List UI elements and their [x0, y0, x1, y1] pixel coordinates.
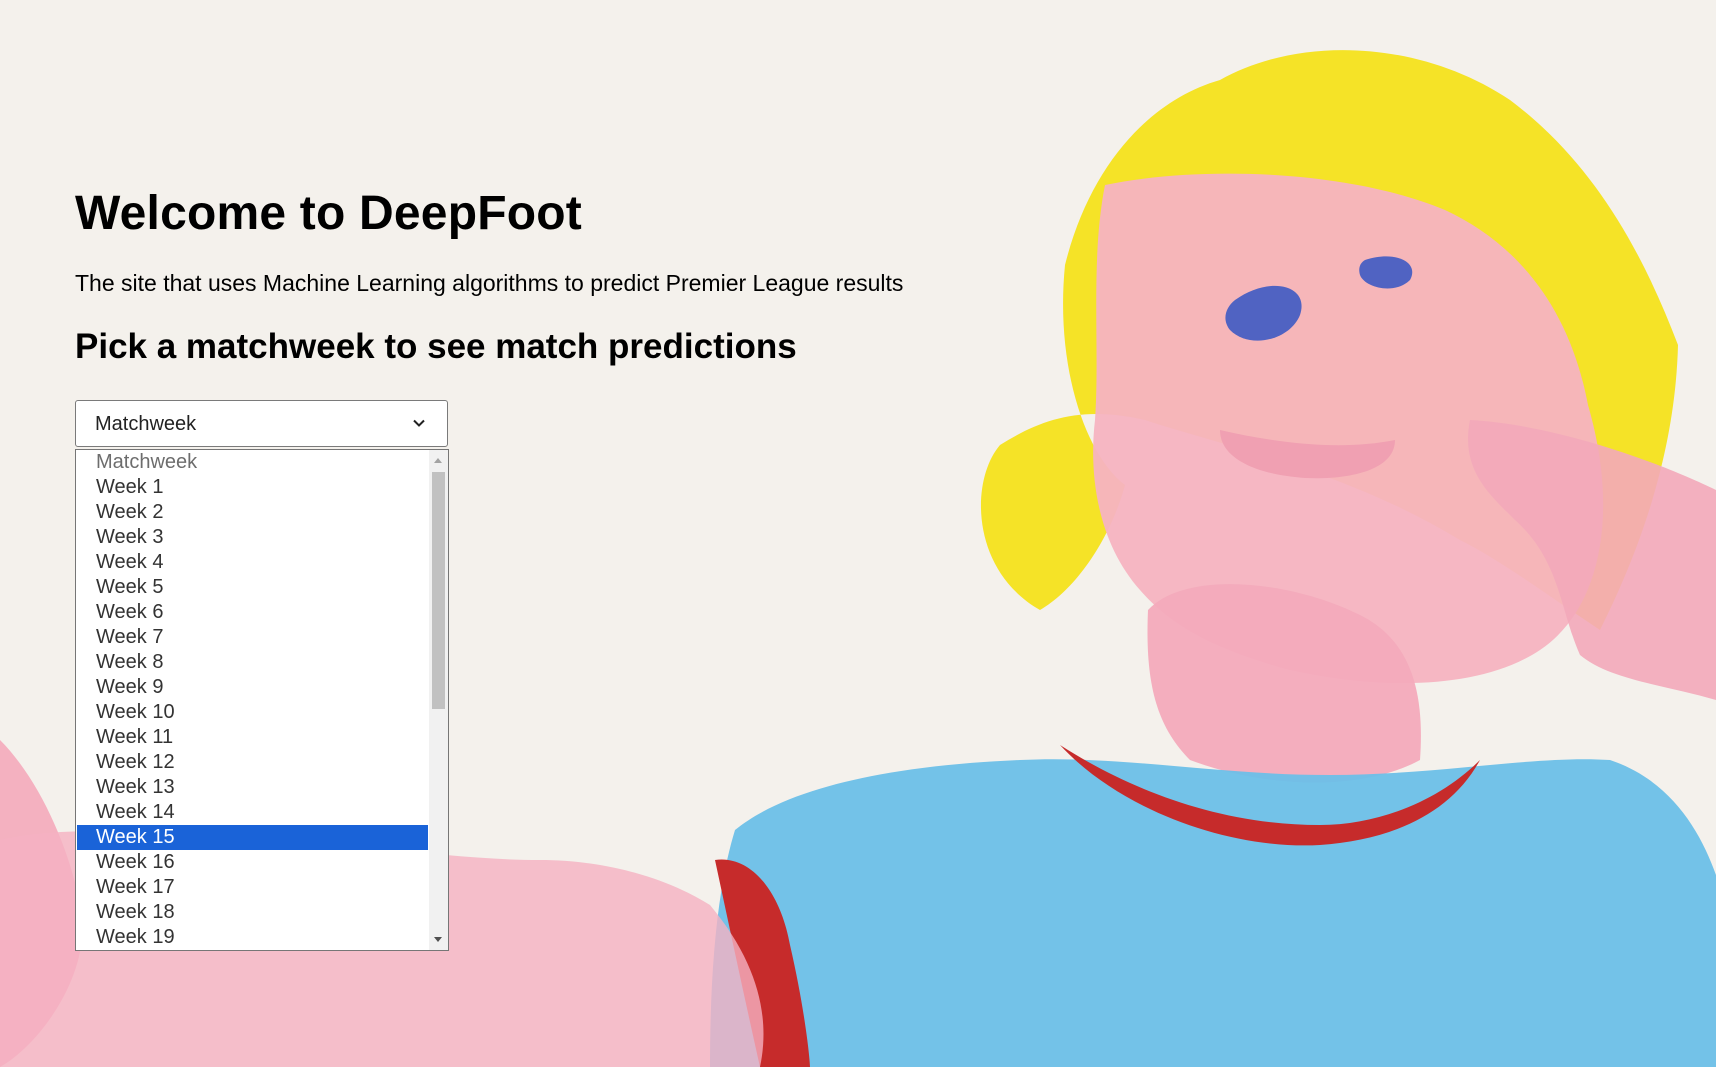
option-week-10[interactable]: Week 10 — [77, 700, 428, 725]
option-week-19[interactable]: Week 19 — [77, 925, 428, 950]
page-title: Welcome to DeepFoot — [75, 187, 582, 240]
scroll-down-icon[interactable] — [434, 937, 442, 942]
page-subtitle: The site that uses Machine Learning algo… — [75, 270, 904, 296]
section-heading: Pick a matchweek to see match prediction… — [75, 327, 797, 366]
option-week-6[interactable]: Week 6 — [77, 600, 428, 625]
option-week-11[interactable]: Week 11 — [77, 725, 428, 750]
chevron-down-icon — [413, 419, 425, 427]
matchweek-select-value: Matchweek — [95, 413, 197, 435]
option-week-13[interactable]: Week 13 — [77, 775, 428, 800]
option-week-3[interactable]: Week 3 — [77, 525, 428, 550]
option-week-15-highlighted[interactable]: Week 15 — [77, 825, 428, 850]
option-week-5[interactable]: Week 5 — [77, 575, 428, 600]
option-week-1[interactable]: Week 1 — [77, 475, 428, 500]
option-week-16[interactable]: Week 16 — [77, 850, 428, 875]
option-placeholder[interactable]: Matchweek — [77, 450, 428, 475]
scrollbar-thumb[interactable] — [432, 472, 445, 709]
dropdown-scrollbar[interactable] — [429, 450, 448, 950]
matchweek-select[interactable]: Matchweek — [75, 400, 448, 447]
scroll-up-icon[interactable] — [434, 458, 442, 463]
option-week-7[interactable]: Week 7 — [77, 625, 428, 650]
option-week-8[interactable]: Week 8 — [77, 650, 428, 675]
matchweek-dropdown-list[interactable]: Matchweek Week 1 Week 2 Week 3 Week 4 We… — [75, 449, 449, 951]
option-week-18[interactable]: Week 18 — [77, 900, 428, 925]
option-week-9[interactable]: Week 9 — [77, 675, 428, 700]
matchweek-options: Matchweek Week 1 Week 2 Week 3 Week 4 We… — [77, 450, 428, 950]
option-week-17[interactable]: Week 17 — [77, 875, 428, 900]
option-week-14[interactable]: Week 14 — [77, 800, 428, 825]
option-week-2[interactable]: Week 2 — [77, 500, 428, 525]
option-week-12[interactable]: Week 12 — [77, 750, 428, 775]
option-week-4[interactable]: Week 4 — [77, 550, 428, 575]
